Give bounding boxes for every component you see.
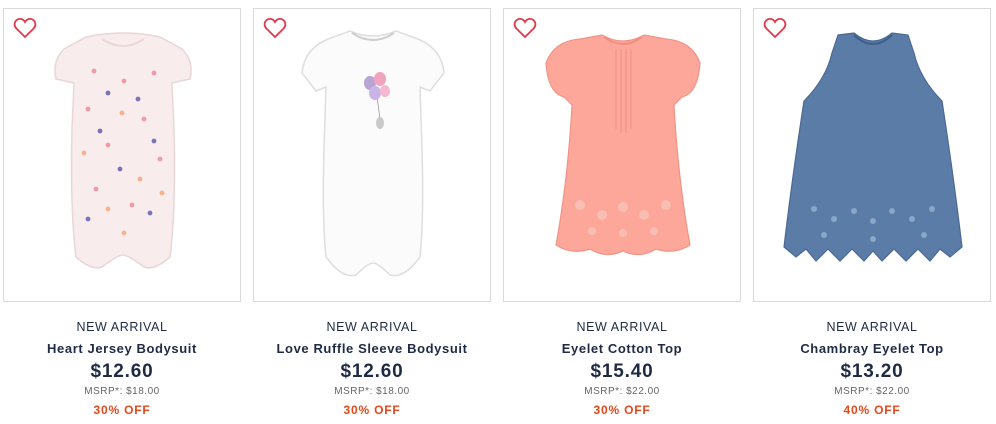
- heart-outline-icon[interactable]: [263, 17, 287, 39]
- msrp-price: $18.00: [126, 386, 160, 397]
- product-image-link[interactable]: [253, 8, 491, 302]
- sale-price: $12.60: [340, 361, 404, 382]
- msrp-line: MSRP*: $22.00: [750, 385, 994, 399]
- product-card: NEW ARRIVAL Chambray Eyelet Top $13.20 M…: [750, 8, 991, 424]
- msrp-label: MSRP*:: [334, 386, 373, 397]
- sale-price: $12.60: [90, 361, 154, 382]
- discount-badge: 30% OFF: [343, 403, 401, 417]
- msrp-label: MSRP*:: [834, 386, 873, 397]
- product-info: NEW ARRIVAL Eyelet Cotton Top $15.40 MSR…: [500, 318, 744, 418]
- discount-badge: 40% OFF: [843, 403, 901, 417]
- product-name[interactable]: Chambray Eyelet Top: [750, 340, 994, 358]
- msrp-price: $22.00: [626, 386, 660, 397]
- new-arrival-badge: NEW ARRIVAL: [326, 320, 418, 334]
- product-image-pink-bodysuit: [54, 32, 192, 269]
- product-name[interactable]: Heart Jersey Bodysuit: [0, 340, 244, 358]
- product-image-link[interactable]: [3, 8, 241, 302]
- msrp-price: $18.00: [376, 386, 410, 397]
- product-image-link[interactable]: [503, 8, 741, 302]
- sale-price: $15.40: [590, 361, 654, 382]
- heart-outline-icon[interactable]: [513, 17, 537, 39]
- new-arrival-badge: NEW ARRIVAL: [76, 320, 168, 334]
- product-name[interactable]: Love Ruffle Sleeve Bodysuit: [250, 340, 494, 358]
- msrp-line: MSRP*: $18.00: [250, 385, 494, 399]
- product-card: NEW ARRIVAL Love Ruffle Sleeve Bodysuit …: [250, 8, 491, 424]
- product-info: NEW ARRIVAL Love Ruffle Sleeve Bodysuit …: [250, 318, 494, 418]
- msrp-line: MSRP*: $18.00: [0, 385, 244, 399]
- msrp-line: MSRP*: $22.00: [500, 385, 744, 399]
- product-info: NEW ARRIVAL Chambray Eyelet Top $13.20 M…: [750, 318, 994, 418]
- product-name[interactable]: Eyelet Cotton Top: [500, 340, 744, 358]
- new-arrival-badge: NEW ARRIVAL: [576, 320, 668, 334]
- product-image-white-bodysuit: [301, 30, 445, 277]
- heart-outline-icon[interactable]: [763, 17, 787, 39]
- msrp-label: MSRP*:: [584, 386, 623, 397]
- discount-badge: 30% OFF: [93, 403, 151, 417]
- msrp-price: $22.00: [876, 386, 910, 397]
- msrp-label: MSRP*:: [84, 386, 123, 397]
- product-image-coral-top: [545, 34, 701, 256]
- product-image-link[interactable]: [753, 8, 991, 302]
- sale-price: $13.20: [840, 361, 904, 382]
- product-grid: NEW ARRIVAL Heart Jersey Bodysuit $12.60…: [0, 0, 996, 424]
- heart-outline-icon[interactable]: [13, 17, 37, 39]
- product-image-chambray-top: [783, 32, 963, 262]
- product-card: NEW ARRIVAL Eyelet Cotton Top $15.40 MSR…: [500, 8, 741, 424]
- discount-badge: 30% OFF: [593, 403, 651, 417]
- product-info: NEW ARRIVAL Heart Jersey Bodysuit $12.60…: [0, 318, 244, 418]
- new-arrival-badge: NEW ARRIVAL: [826, 320, 918, 334]
- product-card: NEW ARRIVAL Heart Jersey Bodysuit $12.60…: [0, 8, 241, 424]
